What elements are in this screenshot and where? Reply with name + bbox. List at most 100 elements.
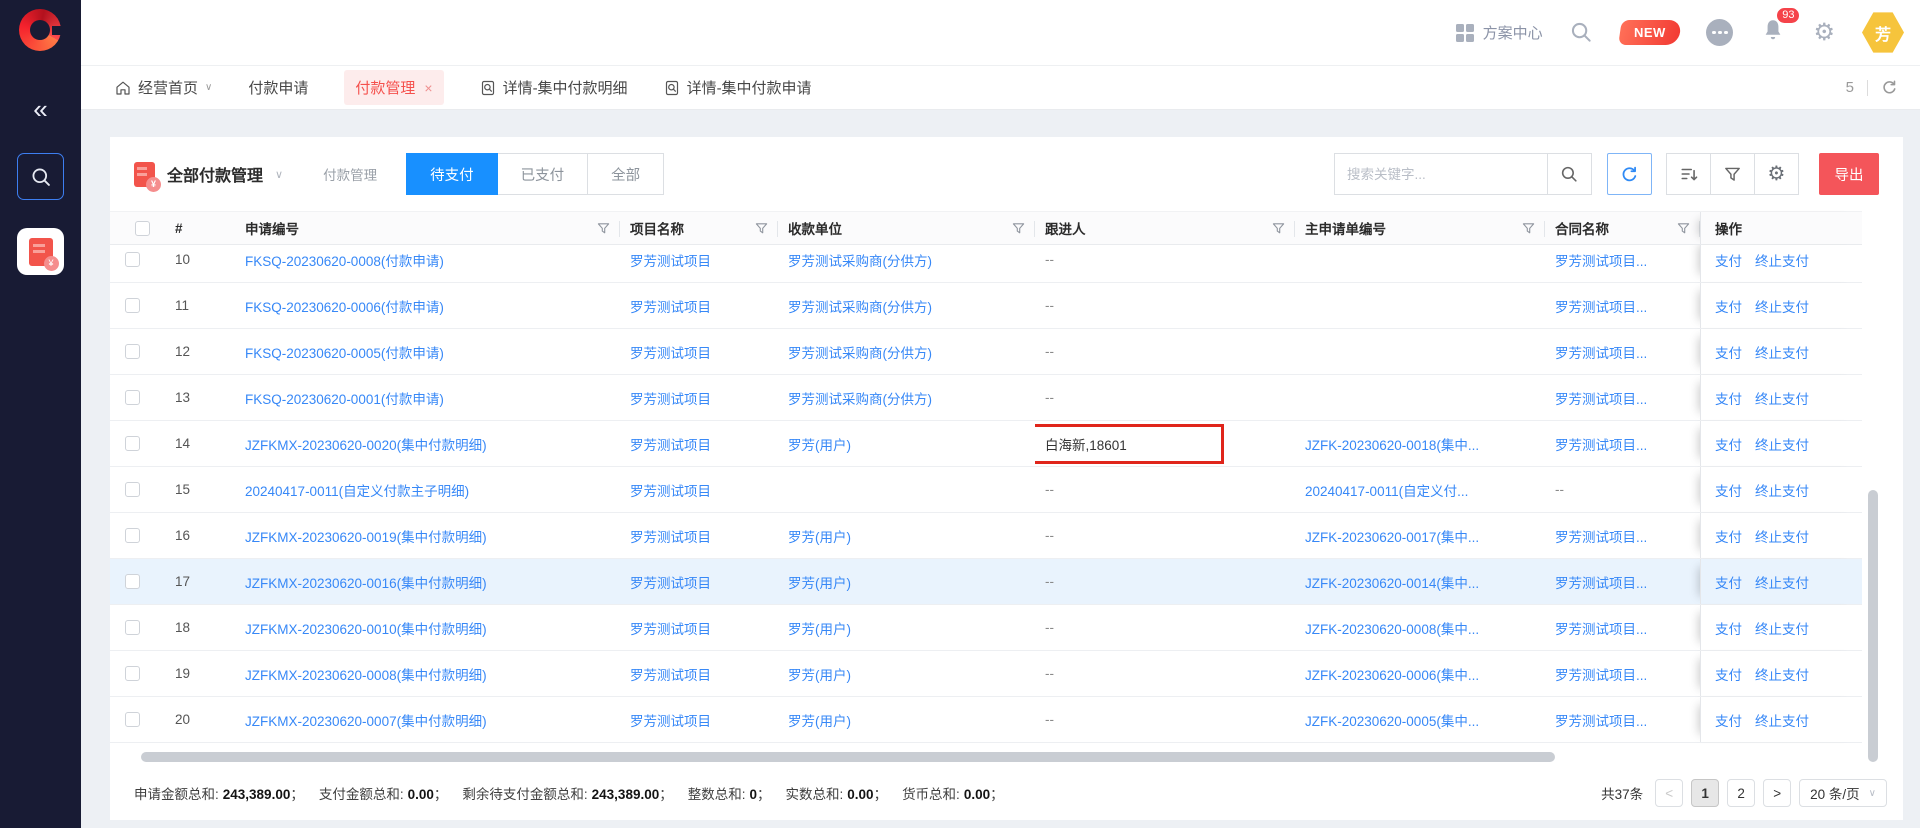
main-apply-no-link[interactable]: 20240417-0011(自定义付... xyxy=(1305,480,1468,500)
terminate-pay-action[interactable]: 终止支付 xyxy=(1755,342,1809,362)
project-link[interactable]: 罗芳测试项目 xyxy=(630,388,711,408)
terminate-pay-action[interactable]: 终止支付 xyxy=(1755,618,1809,638)
terminate-pay-action[interactable]: 终止支付 xyxy=(1755,480,1809,500)
project-link[interactable]: 罗芳测试项目 xyxy=(630,618,711,638)
apply-no-link[interactable]: FKSQ-20230620-0001(付款申请) xyxy=(245,388,444,408)
contract-link[interactable]: 罗芳测试项目... xyxy=(1555,434,1647,454)
search-icon[interactable] xyxy=(1570,21,1593,44)
tab-detail-central-payment-apply[interactable]: 详情-集中付款申请 xyxy=(664,77,812,98)
terminate-pay-action[interactable]: 终止支付 xyxy=(1755,296,1809,316)
new-badge[interactable]: NEW xyxy=(1618,20,1681,45)
search-button[interactable] xyxy=(1547,153,1592,195)
sort-button[interactable] xyxy=(1666,153,1711,195)
filter-button[interactable] xyxy=(1710,153,1755,195)
row-checkbox[interactable] xyxy=(125,574,140,589)
row-checkbox[interactable] xyxy=(125,436,140,451)
main-apply-no-link[interactable]: JZFK-20230620-0006(集中... xyxy=(1305,664,1479,684)
pay-action[interactable]: 支付 xyxy=(1715,388,1742,408)
pay-action[interactable]: 支付 xyxy=(1715,434,1742,454)
select-all-checkbox[interactable] xyxy=(135,221,150,236)
terminate-pay-action[interactable]: 终止支付 xyxy=(1755,250,1809,270)
apply-no-link[interactable]: 20240417-0011(自定义付款主子明细) xyxy=(245,480,469,500)
filter-icon[interactable] xyxy=(1522,222,1535,235)
apply-no-link[interactable]: FKSQ-20230620-0008(付款申请) xyxy=(245,250,444,270)
apply-no-link[interactable]: JZFKMX-20230620-0016(集中付款明细) xyxy=(245,572,487,592)
project-link[interactable]: 罗芳测试项目 xyxy=(630,710,711,730)
settings-gear-icon[interactable]: ⚙ xyxy=(1813,21,1835,45)
payee-link[interactable]: 罗芳(用户) xyxy=(788,434,851,454)
filter-pending-pay[interactable]: 待支付 xyxy=(406,153,498,195)
filter-icon[interactable] xyxy=(1677,222,1690,235)
contract-link[interactable]: 罗芳测试项目... xyxy=(1555,250,1647,270)
payee-link[interactable]: 罗芳测试采购商(分供方) xyxy=(788,296,932,316)
sidebar-item-payment-module[interactable]: ¥ xyxy=(17,228,64,275)
sidebar-search-button[interactable] xyxy=(17,153,64,200)
payee-link[interactable]: 罗芳(用户) xyxy=(788,664,851,684)
pay-action[interactable]: 支付 xyxy=(1715,664,1742,684)
row-checkbox[interactable] xyxy=(125,666,140,681)
filter-icon[interactable] xyxy=(755,222,768,235)
contract-link[interactable]: 罗芳测试项目... xyxy=(1555,710,1647,730)
row-checkbox[interactable] xyxy=(125,298,140,313)
pay-action[interactable]: 支付 xyxy=(1715,572,1742,592)
apply-no-link[interactable]: JZFKMX-20230620-0008(集中付款明细) xyxy=(245,664,487,684)
pay-action[interactable]: 支付 xyxy=(1715,296,1742,316)
apply-no-link[interactable]: JZFKMX-20230620-0010(集中付款明细) xyxy=(245,618,487,638)
vertical-scrollbar[interactable] xyxy=(1868,490,1878,762)
row-checkbox[interactable] xyxy=(125,528,140,543)
terminate-pay-action[interactable]: 终止支付 xyxy=(1755,710,1809,730)
main-apply-no-link[interactable]: JZFK-20230620-0014(集中... xyxy=(1305,572,1479,592)
project-link[interactable]: 罗芳测试项目 xyxy=(630,296,711,316)
apply-no-link[interactable]: FKSQ-20230620-0005(付款申请) xyxy=(245,342,444,362)
refresh-tabs-icon[interactable] xyxy=(1881,79,1898,96)
view-selector[interactable]: ¥ 全部付款管理 ∨ xyxy=(134,162,283,187)
tab-payment-manage[interactable]: 付款管理 × xyxy=(344,70,443,105)
payee-link[interactable]: 罗芳(用户) xyxy=(788,526,851,546)
row-checkbox[interactable] xyxy=(125,344,140,359)
notifications-button[interactable]: 93 xyxy=(1760,17,1786,48)
filter-all[interactable]: 全部 xyxy=(587,153,664,195)
row-checkbox[interactable] xyxy=(125,252,140,267)
horizontal-scrollbar[interactable] xyxy=(141,752,1555,762)
sidebar-collapse-button[interactable]: « xyxy=(0,96,81,122)
pay-action[interactable]: 支付 xyxy=(1715,480,1742,500)
project-link[interactable]: 罗芳测试项目 xyxy=(630,572,711,592)
row-checkbox[interactable] xyxy=(125,390,140,405)
apply-no-link[interactable]: FKSQ-20230620-0006(付款申请) xyxy=(245,296,444,316)
tab-detail-central-payment-detail[interactable]: 详情-集中付款明细 xyxy=(480,77,628,98)
contract-link[interactable]: 罗芳测试项目... xyxy=(1555,664,1647,684)
project-link[interactable]: 罗芳测试项目 xyxy=(630,342,711,362)
main-apply-no-link[interactable]: JZFK-20230620-0008(集中... xyxy=(1305,618,1479,638)
message-icon[interactable] xyxy=(1706,19,1733,46)
apply-no-link[interactable]: JZFKMX-20230620-0019(集中付款明细) xyxy=(245,526,487,546)
avatar[interactable]: 芳 xyxy=(1862,12,1904,54)
project-link[interactable]: 罗芳测试项目 xyxy=(630,480,711,500)
contract-link[interactable]: 罗芳测试项目... xyxy=(1555,526,1647,546)
tab-payment-apply[interactable]: 付款申请 xyxy=(248,77,308,98)
pay-action[interactable]: 支付 xyxy=(1715,618,1742,638)
payee-link[interactable]: 罗芳测试采购商(分供方) xyxy=(788,342,932,362)
page-button[interactable]: 2 xyxy=(1727,779,1755,807)
filter-icon[interactable] xyxy=(1012,222,1025,235)
main-apply-no-link[interactable]: JZFK-20230620-0017(集中... xyxy=(1305,526,1479,546)
terminate-pay-action[interactable]: 终止支付 xyxy=(1755,526,1809,546)
page-size-select[interactable]: 20 条/页 ∨ xyxy=(1799,779,1887,807)
project-link[interactable]: 罗芳测试项目 xyxy=(630,434,711,454)
contract-link[interactable]: 罗芳测试项目... xyxy=(1555,572,1647,592)
row-checkbox[interactable] xyxy=(125,482,140,497)
refresh-button[interactable] xyxy=(1607,153,1652,195)
payee-link[interactable]: 罗芳测试采购商(分供方) xyxy=(788,250,932,270)
search-input[interactable] xyxy=(1334,153,1548,195)
tab-business-home[interactable]: 经营首页 ∨ xyxy=(115,77,212,98)
pay-action[interactable]: 支付 xyxy=(1715,342,1742,362)
prev-page-button[interactable]: < xyxy=(1655,779,1683,807)
filter-icon[interactable] xyxy=(597,222,610,235)
project-link[interactable]: 罗芳测试项目 xyxy=(630,664,711,684)
payee-link[interactable]: 罗芳(用户) xyxy=(788,572,851,592)
row-checkbox[interactable] xyxy=(125,620,140,635)
terminate-pay-action[interactable]: 终止支付 xyxy=(1755,572,1809,592)
contract-link[interactable]: 罗芳测试项目... xyxy=(1555,618,1647,638)
apply-no-link[interactable]: JZFKMX-20230620-0020(集中付款明细) xyxy=(245,434,487,454)
pay-action[interactable]: 支付 xyxy=(1715,250,1742,270)
filter-icon[interactable] xyxy=(1272,222,1285,235)
